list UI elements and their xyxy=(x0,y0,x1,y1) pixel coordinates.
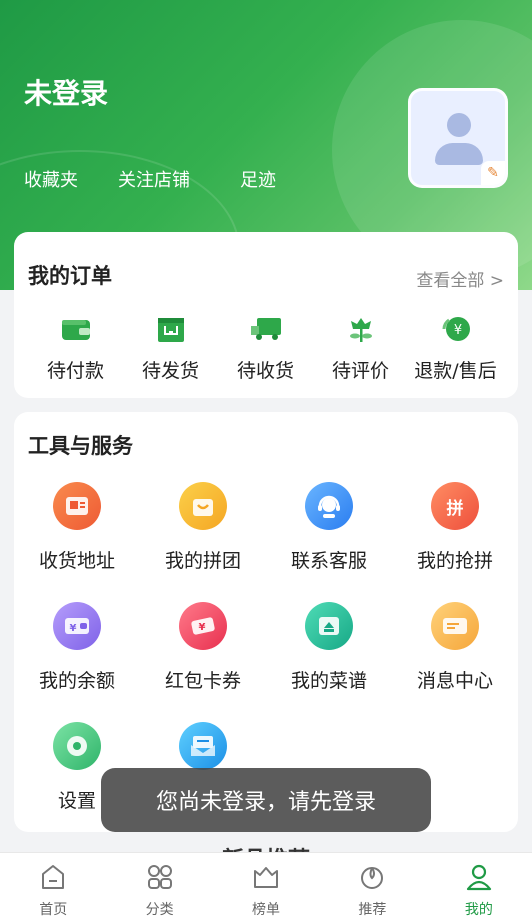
tool-coupon[interactable]: ¥ 红包卡券 xyxy=(140,602,266,693)
followed-shops-link[interactable]: 关注店铺 xyxy=(118,166,190,192)
tool-balance[interactable]: ¥ 我的余额 xyxy=(14,602,140,693)
tool-label: 联系客服 xyxy=(290,550,367,572)
truck-icon xyxy=(249,314,283,344)
tool-label: 我的拼团 xyxy=(164,550,241,572)
tab-profile[interactable]: 我的 xyxy=(426,853,532,924)
rush-buy-icon: 拼 xyxy=(431,482,479,530)
tool-label: 收货地址 xyxy=(38,550,115,572)
tool-address[interactable]: 收货地址 xyxy=(14,482,140,573)
bottom-tab-bar: 首页 分类 榜单 推荐 我的 xyxy=(0,852,532,924)
orders-card: 我的订单 查看全部 > 待付款 待发货 待收货 待评价 ¥ 退款/售后 xyxy=(14,232,518,398)
customer-service-icon xyxy=(305,482,353,530)
order-status-row: 待付款 待发货 待收货 待评价 ¥ 退款/售后 xyxy=(14,314,518,383)
svg-text:¥: ¥ xyxy=(453,323,461,338)
avatar-placeholder-body xyxy=(435,143,483,165)
coupon-icon: ¥ xyxy=(179,602,227,650)
settings-icon xyxy=(53,722,101,770)
tab-label: 我的 xyxy=(464,902,493,918)
view-all-orders-link[interactable]: 查看全部 > xyxy=(416,266,504,291)
tab-label: 推荐 xyxy=(358,902,387,918)
tool-label: 消息中心 xyxy=(416,670,493,692)
avatar[interactable]: ✎ xyxy=(408,88,508,188)
tool-label: 红包卡券 xyxy=(164,670,241,692)
quick-links: 收藏夹 关注店铺 足迹 xyxy=(24,166,276,192)
order-label: 待评价 xyxy=(331,360,389,382)
tab-ranking[interactable]: 榜单 xyxy=(213,853,319,924)
svg-text:¥: ¥ xyxy=(70,623,77,634)
message-icon xyxy=(431,602,479,650)
avatar-placeholder-icon xyxy=(447,113,471,137)
refund-icon: ¥ xyxy=(439,314,473,344)
login-required-toast: 您尚未登录，请先登录 xyxy=(101,768,431,832)
favorites-link[interactable]: 收藏夹 xyxy=(24,166,78,192)
box-icon xyxy=(154,314,188,344)
flower-icon xyxy=(344,314,378,344)
tool-message-center[interactable]: 消息中心 xyxy=(392,602,518,693)
tools-title: 工具与服务 xyxy=(28,434,133,458)
tab-label: 首页 xyxy=(39,902,68,918)
balance-icon: ¥ xyxy=(53,602,101,650)
tool-label: 我的抢拼 xyxy=(416,550,493,572)
order-label: 待收货 xyxy=(236,360,294,382)
login-status[interactable]: 未登录 xyxy=(24,72,108,112)
tab-label: 分类 xyxy=(145,902,174,918)
orders-title: 我的订单 xyxy=(28,264,112,288)
tool-label: 我的菜谱 xyxy=(290,670,367,692)
order-label: 待发货 xyxy=(141,360,199,382)
recipe-icon xyxy=(305,602,353,650)
mail-icon xyxy=(179,722,227,770)
tab-category[interactable]: 分类 xyxy=(106,853,212,924)
history-link[interactable]: 足迹 xyxy=(240,166,276,192)
home-icon xyxy=(37,861,69,893)
order-pending-payment[interactable]: 待付款 xyxy=(28,314,123,383)
category-icon xyxy=(144,861,176,893)
wallet-icon xyxy=(59,314,93,344)
tool-group-buy[interactable]: 我的拼团 xyxy=(140,482,266,573)
profile-icon xyxy=(463,861,495,893)
tool-recipe[interactable]: 我的菜谱 xyxy=(266,602,392,693)
order-pending-shipment[interactable]: 待发货 xyxy=(123,314,218,383)
address-icon xyxy=(53,482,101,530)
group-buy-icon xyxy=(179,482,227,530)
tab-recommend[interactable]: 推荐 xyxy=(319,853,425,924)
order-pending-review[interactable]: 待评价 xyxy=(313,314,408,383)
order-refund[interactable]: ¥ 退款/售后 xyxy=(408,314,503,383)
svg-text:¥: ¥ xyxy=(199,622,206,633)
tool-rush-buy[interactable]: 拼 我的抢拼 xyxy=(392,482,518,573)
order-label: 待付款 xyxy=(46,360,104,382)
tab-label: 榜单 xyxy=(252,902,281,918)
tool-customer-service[interactable]: 联系客服 xyxy=(266,482,392,573)
tool-label: 设置 xyxy=(57,790,96,812)
tool-label: 我的余额 xyxy=(38,670,115,692)
order-pending-receipt[interactable]: 待收货 xyxy=(218,314,313,383)
recommend-icon xyxy=(356,861,388,893)
tab-home[interactable]: 首页 xyxy=(0,853,106,924)
order-label: 退款/售后 xyxy=(414,360,497,382)
ranking-icon xyxy=(250,861,282,893)
edit-icon[interactable]: ✎ xyxy=(481,161,505,185)
